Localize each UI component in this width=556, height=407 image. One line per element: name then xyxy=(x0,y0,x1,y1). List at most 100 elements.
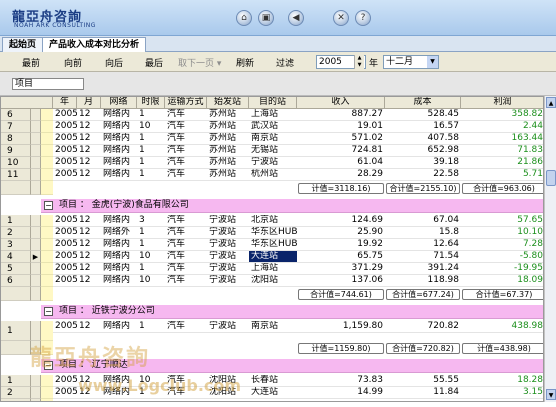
collapse-group-icon[interactable]: − xyxy=(44,201,53,210)
table-cell[interactable]: 苏州站 xyxy=(207,145,249,157)
table-cell[interactable]: 61.04 xyxy=(297,157,385,169)
table-cell[interactable]: 苏州站 xyxy=(207,157,249,169)
table-cell[interactable]: 华东区HUB xyxy=(249,239,297,251)
table-cell[interactable]: 网络内 xyxy=(101,145,137,157)
table-cell[interactable]: 2005 xyxy=(53,109,77,121)
table-cell[interactable]: 2005 xyxy=(53,321,77,333)
table-row[interactable]: 5 2005 12 网络内 1 汽车 宁波站 上海站 371.29 391.24 -19.95 xyxy=(1,263,543,275)
table-cell[interactable]: 汽车 xyxy=(165,157,207,169)
close-icon[interactable]: ✕ xyxy=(333,10,349,26)
table-cell[interactable]: 2005 xyxy=(53,387,77,399)
table-cell[interactable]: 887.27 xyxy=(297,109,385,121)
table-cell[interactable]: 网络内 xyxy=(101,239,137,251)
table-row[interactable]: 2 2005 12 网络外 1 汽车 宁波站 华东区HUB 25.90 15.8 10.10 xyxy=(1,227,543,239)
table-cell[interactable]: 39.18 xyxy=(385,157,461,169)
column-header[interactable]: 月 xyxy=(77,97,101,109)
table-cell[interactable]: 3.15 xyxy=(461,387,543,399)
table-cell[interactable]: 12 xyxy=(77,251,101,263)
tab-revenue-cost-analysis[interactable]: 产品收入成本对比分析 xyxy=(42,37,147,52)
table-cell[interactable]: 汽车 xyxy=(165,121,207,133)
table-cell[interactable]: 宁波站 xyxy=(207,275,249,287)
table-cell[interactable]: 网络内 xyxy=(101,263,137,275)
table-cell[interactable]: 汽车 xyxy=(165,169,207,181)
table-cell[interactable]: 2005 xyxy=(53,239,77,251)
table-cell[interactable]: 163.44 xyxy=(461,133,543,145)
table-cell[interactable]: 12 xyxy=(77,169,101,181)
table-cell[interactable]: 网络内 xyxy=(101,275,137,287)
table-cell[interactable]: 长春站 xyxy=(249,375,297,387)
table-cell[interactable]: 124.69 xyxy=(297,215,385,227)
table-cell[interactable]: 137.06 xyxy=(297,275,385,287)
table-cell[interactable]: 1 xyxy=(137,321,165,333)
table-cell[interactable]: 10 xyxy=(137,275,165,287)
refresh-button[interactable]: 刷新 xyxy=(236,56,254,69)
table-cell[interactable]: 73.83 xyxy=(297,375,385,387)
table-cell[interactable]: 2005 xyxy=(53,145,77,157)
table-cell[interactable]: 汽车 xyxy=(165,133,207,145)
table-cell[interactable]: 2005 xyxy=(53,263,77,275)
table-cell[interactable]: 18.09 xyxy=(461,275,543,287)
table-cell[interactable]: 71.54 xyxy=(385,251,461,263)
table-cell[interactable]: 宁波站 xyxy=(207,239,249,251)
chevron-down-icon[interactable]: ▼ xyxy=(427,56,438,68)
table-cell[interactable]: 华东区HUB xyxy=(249,227,297,239)
table-cell[interactable]: 391.24 xyxy=(385,263,461,275)
back-icon[interactable]: ◀ xyxy=(288,10,304,26)
table-cell[interactable]: 12 xyxy=(77,145,101,157)
table-cell[interactable]: 苏州站 xyxy=(207,121,249,133)
table-cell[interactable]: 1 xyxy=(137,109,165,121)
group-header-row[interactable]: − 项目 ： 近铁宁波分公司 xyxy=(41,305,543,319)
column-header[interactable]: 年 xyxy=(53,97,77,109)
table-cell[interactable]: 北京站 xyxy=(249,215,297,227)
table-cell[interactable]: 1 xyxy=(137,133,165,145)
table-row[interactable]: 4 ▶ 2005 12 网络内 10 汽车 宁波站 大连站 65.75 71.54 -5.80 xyxy=(1,251,543,263)
table-cell[interactable]: 宁波站 xyxy=(207,251,249,263)
table-cell[interactable]: 网络内 xyxy=(101,215,137,227)
table-cell[interactable]: 7.28 xyxy=(461,239,543,251)
first-record-button[interactable]: 最前 xyxy=(22,56,40,69)
page-menu-button[interactable]: 取下一页 ▾ xyxy=(178,56,221,69)
table-cell[interactable]: 2.44 xyxy=(461,121,543,133)
table-row[interactable]: 6 2005 12 网络内 10 汽车 宁波站 沈阳站 137.06 118.98 18.09 xyxy=(1,275,543,287)
table-cell[interactable]: 5.71 xyxy=(461,169,543,181)
table-cell[interactable]: 汽车 xyxy=(165,145,207,157)
filter-button[interactable]: 过滤 xyxy=(276,56,294,69)
table-cell[interactable]: 2005 xyxy=(53,157,77,169)
table-cell[interactable]: 28.29 xyxy=(297,169,385,181)
table-cell[interactable]: 71.83 xyxy=(461,145,543,157)
column-header[interactable]: 收入 xyxy=(297,97,385,109)
scroll-up-icon[interactable]: ▲ xyxy=(546,97,556,108)
table-cell[interactable]: 沈阳站 xyxy=(249,275,297,287)
table-cell[interactable]: 15.8 xyxy=(385,227,461,239)
table-cell[interactable]: 2005 xyxy=(53,375,77,387)
column-header[interactable]: 目的站 xyxy=(249,97,297,109)
table-cell[interactable]: 宁波站 xyxy=(207,215,249,227)
table-cell[interactable]: 网络内 xyxy=(101,109,137,121)
table-cell[interactable]: 汽车 xyxy=(165,251,207,263)
table-cell[interactable]: 2005 xyxy=(53,133,77,145)
table-cell[interactable]: 汽车 xyxy=(165,275,207,287)
group-by-chip-project[interactable]: 项目 xyxy=(12,78,84,90)
window-icon[interactable]: ▣ xyxy=(258,10,274,26)
home-icon[interactable]: ⌂ xyxy=(236,10,252,26)
table-cell[interactable]: 358.82 xyxy=(461,109,543,121)
table-cell[interactable]: 19.01 xyxy=(297,121,385,133)
table-cell[interactable]: 67.04 xyxy=(385,215,461,227)
table-cell[interactable]: 上海站 xyxy=(249,263,297,275)
vertical-scrollbar[interactable]: ▲ ▼ xyxy=(544,96,556,402)
table-cell[interactable]: 652.98 xyxy=(385,145,461,157)
table-cell[interactable]: 汽车 xyxy=(165,239,207,251)
table-cell[interactable]: 大连站 xyxy=(249,387,297,399)
table-cell[interactable]: 南京站 xyxy=(249,133,297,145)
table-cell[interactable]: 12 xyxy=(77,227,101,239)
table-row[interactable]: 6 2005 12 网络内 1 汽车 苏州站 上海站 887.27 528.45 358.82 xyxy=(1,109,543,121)
table-cell[interactable]: 10 xyxy=(137,251,165,263)
table-cell[interactable]: 2005 xyxy=(53,227,77,239)
table-cell[interactable]: 1,159.80 xyxy=(297,321,385,333)
table-cell[interactable]: 苏州站 xyxy=(207,169,249,181)
table-row[interactable]: 11 2005 12 网络内 1 汽车 苏州站 杭州站 28.29 22.58 5.71 xyxy=(1,169,543,181)
table-cell[interactable]: 网络内 xyxy=(101,121,137,133)
table-row[interactable]: 3 2005 12 网络内 1 汽车 宁波站 华东区HUB 19.92 12.64 7.28 xyxy=(1,239,543,251)
table-cell[interactable]: 14.99 xyxy=(297,387,385,399)
table-cell[interactable]: 汽车 xyxy=(165,227,207,239)
